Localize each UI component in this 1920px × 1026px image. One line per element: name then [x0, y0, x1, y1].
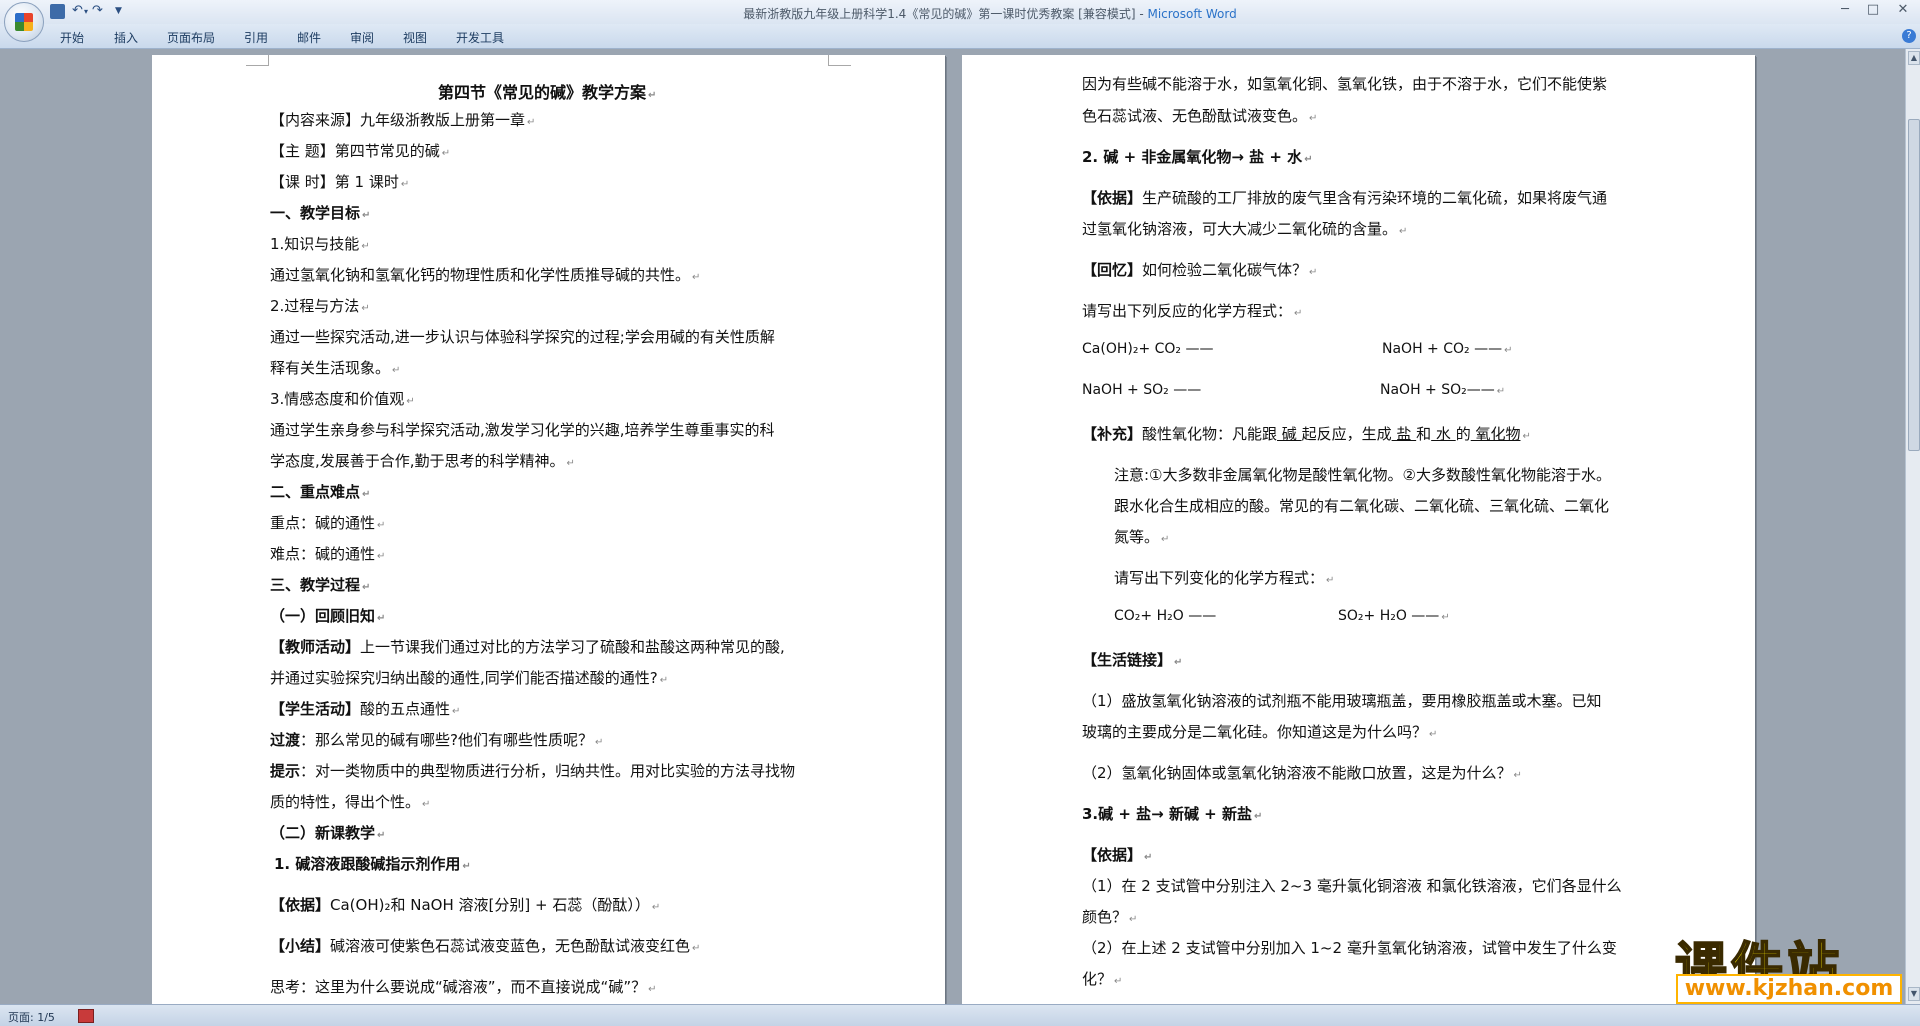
vertical-scrollbar[interactable]: ▲ ▼ [1905, 49, 1920, 1004]
paragraph: 化？ ↵ [1082, 970, 1123, 988]
scroll-up-icon[interactable]: ▲ [1908, 51, 1920, 65]
window-title: 最新浙教版九年级上册科学1.4《常见的碱》第一课时优秀教案 [兼容模式] - M… [0, 5, 1920, 22]
paragraph: 提示：对一类物质中的典型物质进行分析，归纳共性。用对比实验的方法寻找物 [270, 762, 796, 780]
paragraph: 请写出下列反应的化学方程式： ↵ [1082, 302, 1303, 320]
subsection-heading: （一）回顾旧知 ↵ [270, 607, 386, 625]
tab-review[interactable]: 审阅 [350, 29, 374, 46]
paragraph: 【课 时】第 1 课时 ↵ [270, 173, 410, 191]
equation: SO₂+ H₂O —— ↵ [1338, 608, 1450, 624]
subsection-heading: （二）新课教学 ↵ [270, 824, 386, 842]
section-heading: 二、重点难点 ↵ [270, 483, 371, 501]
equation: CO₂+ H₂O —— [1114, 608, 1217, 624]
minimize-button[interactable]: ─ [1832, 2, 1858, 20]
paragraph: 【主 题】第四节常见的碱 ↵ [270, 142, 451, 160]
maximize-button[interactable]: □ [1860, 2, 1886, 20]
help-icon[interactable]: ? [1902, 29, 1916, 43]
paragraph: 请写出下列变化的化学方程式： ↵ [1114, 569, 1335, 587]
paragraph: 难点：碱的通性 ↵ [270, 545, 386, 563]
paragraph: 2.过程与方法 ↵ [270, 297, 370, 315]
item-heading: 2. 碱 + 非金属氧化物→ 盐 + 水 ↵ [1082, 148, 1313, 166]
margin-corner [246, 55, 269, 66]
item-heading: 1. 碱溶液跟酸碱指示剂作用 ↵ [274, 855, 471, 873]
paragraph: 色石蕊试液、无色酚酞试液变色。 ↵ [1082, 107, 1318, 125]
paragraph: 通过学生亲身参与科学探究活动,激发学习化学的兴趣,培养学生尊重事实的科 [270, 421, 775, 439]
section-heading: 三、教学过程 ↵ [270, 576, 371, 594]
scroll-down-icon[interactable]: ▼ [1908, 987, 1920, 1001]
paragraph: （2）氢氧化钠固体或氢氧化钠溶液不能敞口放置，这是为什么？ ↵ [1082, 764, 1522, 782]
paragraph: 【补充】酸性氧化物：凡能跟 碱 起反应，生成 盐 和 水 的 氧化物 ↵ [1082, 425, 1531, 443]
document-title: 最新浙教版九年级上册科学1.4《常见的碱》第一课时优秀教案 [兼容模式] - [743, 7, 1148, 21]
page-count[interactable]: 页面: 1/5 [8, 1009, 55, 1025]
paragraph: 过渡：那么常见的碱有哪些?他们有哪些性质呢？ ↵ [270, 731, 604, 749]
paragraph: 1.知识与技能 ↵ [270, 235, 370, 253]
paragraph: 重点：碱的通性 ↵ [270, 514, 386, 532]
equation: NaOH + CO₂ —— ↵ [1382, 341, 1513, 357]
close-button[interactable]: ✕ [1890, 2, 1916, 20]
paragraph: 【小结】碱溶液可使紫色石蕊试液变蓝色，无色酚酞试液变红色 ↵ [270, 937, 701, 955]
tab-references[interactable]: 引用 [244, 29, 268, 46]
paragraph: 玻璃的主要成分是二氧化硅。你知道这是为什么吗？ ↵ [1082, 723, 1438, 741]
title-bar: ↶ ▾ ↷ ▼ 最新浙教版九年级上册科学1.4《常见的碱》第一课时优秀教案 [兼… [0, 0, 1920, 42]
tab-page-layout[interactable]: 页面布局 [167, 29, 215, 46]
office-button[interactable] [4, 2, 44, 42]
page-right[interactable]: 因为有些碱不能溶于水，如氢氧化铜、氢氧化铁，由于不溶于水，它们不能使紫 色石蕊试… [962, 55, 1755, 1004]
paragraph: 颜色？ ↵ [1082, 908, 1138, 926]
equation: NaOH + SO₂—— ↵ [1380, 382, 1506, 398]
paragraph: 因为有些碱不能溶于水，如氢氧化铜、氢氧化铁，由于不溶于水，它们不能使紫 [1082, 75, 1608, 93]
paragraph: 思考：这里为什么要说成“碱溶液”，而不直接说成“碱”？ ↵ [270, 978, 657, 996]
paragraph: 【依据】Ca(OH)₂和 NaOH 溶液[分别] + 石蕊（酚酞）） ↵ [270, 896, 661, 914]
paragraph: （1）盛放氢氧化钠溶液的试剂瓶不能用玻璃瓶盖，要用橡胶瓶盖或木塞。已知 [1082, 692, 1602, 710]
equation: Ca(OH)₂+ CO₂ —— [1082, 341, 1214, 357]
office-logo-icon [15, 13, 33, 31]
paragraph: 氮等。 ↵ [1114, 528, 1170, 546]
section-heading: 一、教学目标 ↵ [270, 204, 371, 222]
paragraph: 注意:①大多数非金属氧化物是酸性氧化物。②大多数酸性氧化物能溶于水。 [1114, 466, 1611, 484]
paragraph: 【回忆】如何检验二氧化碳气体？ ↵ [1082, 261, 1318, 279]
paragraph: 跟水化合生成相应的酸。常见的有二氧化碳、二氧化硫、三氧化硫、二氧化 [1114, 497, 1610, 515]
proofing-icon[interactable] [78, 1009, 94, 1023]
paragraph: （2）在上述 2 支试管中分别加入 1~2 毫升氢氧化钠溶液，试管中发生了什么变 [1082, 939, 1617, 957]
item-heading: 3.碱 + 盐→ 新碱 + 新盐 ↵ [1082, 805, 1263, 823]
document-workspace: 第四节《常见的碱》教学方案 ↵ 【内容来源】九年级浙教版上册第一章 ↵ 【主 题】第… [0, 49, 1905, 1004]
paragraph: 过氢氧化钠溶液，可大大减少二氧化硫的含量。 ↵ [1082, 220, 1408, 238]
tab-insert[interactable]: 插入 [114, 29, 138, 46]
paragraph: 质的特性，得出个性。 ↵ [270, 793, 431, 811]
equation: NaOH + SO₂ —— [1082, 382, 1202, 398]
section-heading: 【依据】 ↵ [1082, 846, 1153, 864]
tab-developer[interactable]: 开发工具 [456, 29, 504, 46]
paragraph: 通过氢氧化钠和氢氧化钙的物理性质和化学性质推导碱的共性。 ↵ [270, 266, 701, 284]
status-bar: 页面: 1/5 [0, 1004, 1920, 1026]
paragraph: 【学生活动】酸的五点通性 ↵ [270, 700, 461, 718]
paragraph: （1）在 2 支试管中分别注入 2~3 毫升氯化铜溶液 和氯化铁溶液，它们各显什… [1082, 877, 1622, 895]
paragraph: 释有关生活现象。 ↵ [270, 359, 401, 377]
paragraph: 3.情感态度和价值观 ↵ [270, 390, 415, 408]
tab-mailings[interactable]: 邮件 [297, 29, 321, 46]
ribbon-tabs: 开始 插入 页面布局 引用 邮件 审阅 视图 开发工具 ? [0, 24, 1920, 49]
margin-corner [828, 55, 851, 66]
watermark-url: www.kjzhan.com [1676, 974, 1902, 1004]
paragraph: 【内容来源】九年级浙教版上册第一章 ↵ [270, 111, 536, 129]
page-left[interactable]: 第四节《常见的碱》教学方案 ↵ 【内容来源】九年级浙教版上册第一章 ↵ 【主 题】第… [152, 55, 945, 1004]
tab-view[interactable]: 视图 [403, 29, 427, 46]
paragraph: 【教师活动】上一节课我们通过对比的方法学习了硫酸和盐酸这两种常见的酸, [270, 638, 785, 656]
tab-home[interactable]: 开始 [60, 29, 84, 46]
scroll-thumb[interactable] [1908, 119, 1920, 451]
doc-title: 第四节《常见的碱》教学方案 ↵ [438, 83, 657, 102]
paragraph: 学态度,发展善于合作,勤于思考的科学精神。 ↵ [270, 452, 575, 470]
paragraph: 通过一些探究活动,进一步认识与体验科学探究的过程;学会用碱的有关性质解 [270, 328, 775, 346]
paragraph: 并通过实验探究归纳出酸的通性,同学们能否描述酸的通性? ↵ [270, 669, 669, 687]
app-name: Microsoft Word [1147, 7, 1237, 21]
section-heading: 【生活链接】 ↵ [1082, 651, 1183, 669]
paragraph: 【依据】生产硫酸的工厂排放的废气里含有污染环境的二氧化硫，如果将废气通 [1082, 189, 1608, 207]
